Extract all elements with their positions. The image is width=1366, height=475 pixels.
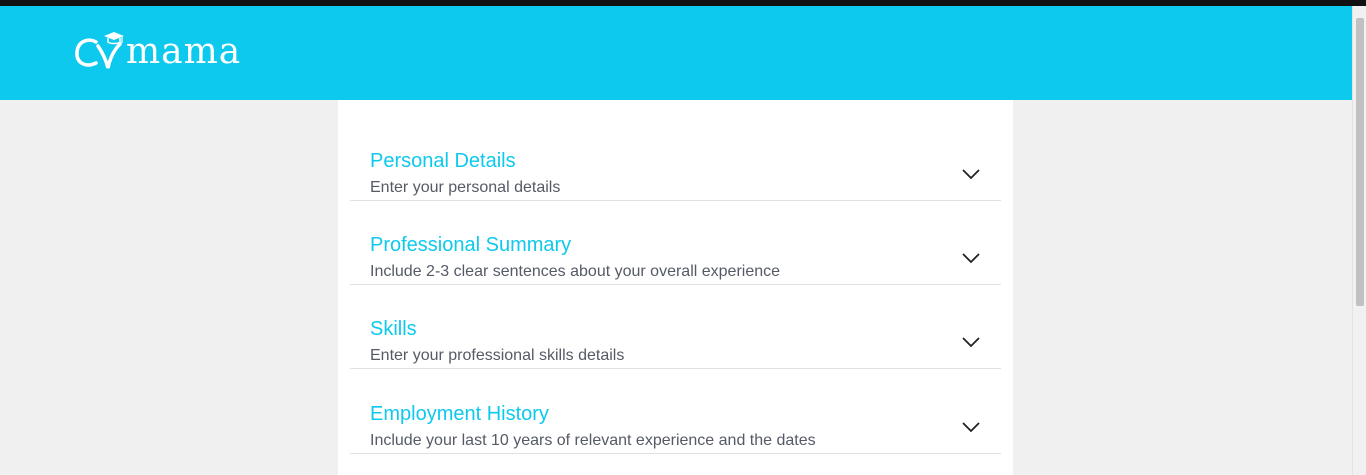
section-skills[interactable]: Skills Enter your professional skills de… — [350, 285, 1001, 369]
page-scrollbar[interactable] — [1352, 6, 1366, 475]
section-professional-summary[interactable]: Professional Summary Include 2-3 clear s… — [350, 201, 1001, 285]
logo-wordmark: mama — [126, 31, 242, 72]
scrollbar-thumb[interactable] — [1356, 18, 1364, 306]
chevron-down-icon[interactable] — [961, 167, 981, 181]
section-title: Employment History — [370, 403, 549, 425]
section-title: Professional Summary — [370, 234, 572, 256]
section-subtitle: Enter your personal details — [370, 179, 561, 196]
cvmama-logo[interactable]: mama — [74, 30, 241, 74]
section-subtitle: Enter your professional skills details — [370, 347, 625, 364]
chevron-down-icon[interactable] — [961, 420, 981, 434]
resume-sections-card: Personal Details Enter your personal det… — [338, 100, 1013, 475]
site-header: mama — [0, 6, 1352, 100]
chevron-down-icon[interactable] — [961, 335, 981, 349]
graduate-cap-logo-icon — [75, 32, 124, 69]
section-subtitle: Include your last 10 years of relevant e… — [370, 432, 816, 449]
section-title: Personal Details — [370, 150, 516, 172]
section-subtitle: Include 2-3 clear sentences about your o… — [370, 263, 781, 280]
chevron-down-icon[interactable] — [961, 251, 981, 265]
section-personal-details[interactable]: Personal Details Enter your personal det… — [350, 117, 1001, 201]
section-employment-history[interactable]: Employment History Include your last 10 … — [350, 370, 1001, 454]
section-title: Skills — [370, 318, 417, 340]
